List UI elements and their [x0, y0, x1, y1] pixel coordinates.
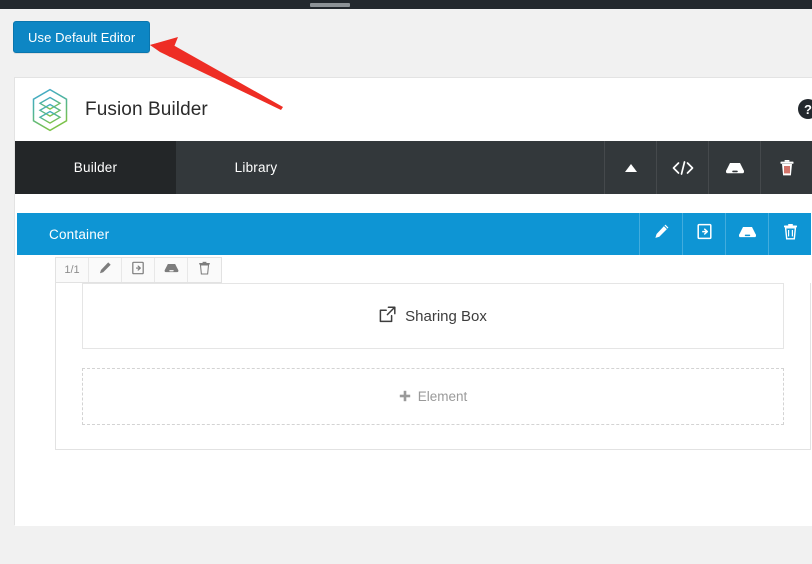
save-column-button[interactable]	[155, 258, 188, 282]
builder-nav-bar: Builder Library	[15, 141, 812, 203]
save-drawer-icon	[724, 161, 746, 175]
edit-container-button[interactable]	[639, 213, 682, 255]
add-element-button[interactable]: Element	[82, 368, 784, 425]
trash-icon	[198, 261, 211, 280]
trash-icon	[779, 159, 795, 177]
column-toolbar: 1/1	[55, 257, 222, 283]
tab-builder-label: Builder	[73, 160, 118, 175]
save-button[interactable]	[708, 141, 760, 194]
wordpress-admin-bar	[0, 0, 812, 9]
tab-library[interactable]: Library	[176, 141, 336, 194]
pencil-icon	[98, 261, 112, 280]
pencil-icon	[653, 223, 670, 245]
container-actions	[639, 213, 811, 255]
use-default-editor-button[interactable]: Use Default Editor	[13, 21, 151, 53]
delete-column-button[interactable]	[188, 258, 221, 282]
collapse-button[interactable]	[604, 141, 656, 194]
builder-header: Fusion Builder ?	[15, 78, 812, 141]
column-ratio-label: 1/1	[56, 258, 89, 282]
tab-builder[interactable]: Builder	[15, 141, 176, 203]
clone-icon	[696, 223, 713, 245]
trash-icon	[783, 223, 798, 245]
container-label: Container	[49, 226, 110, 242]
nav-actions	[604, 141, 812, 194]
code-button[interactable]	[656, 141, 708, 194]
delete-button[interactable]	[760, 141, 812, 194]
external-link-icon	[379, 305, 396, 327]
clone-container-button[interactable]	[682, 213, 725, 255]
code-brackets-icon	[672, 160, 694, 176]
clone-icon	[131, 261, 145, 280]
admin-bar-handle	[310, 3, 350, 7]
screen-root: Use Default Editor Fusion Builder ? Buil…	[0, 0, 812, 564]
builder-canvas: Container 1/1 Sharing Box Element	[15, 194, 812, 526]
clone-column-button[interactable]	[122, 258, 155, 282]
tab-library-label: Library	[234, 160, 278, 175]
page-title: Fusion Builder	[85, 98, 208, 120]
save-drawer-icon	[163, 261, 180, 279]
add-element-label: Element	[417, 389, 468, 404]
container-bar[interactable]: Container	[17, 213, 811, 255]
plus-icon	[399, 390, 411, 404]
element-sharing-box[interactable]: Sharing Box	[82, 283, 784, 349]
save-drawer-icon	[737, 225, 758, 244]
fusion-builder-panel: Fusion Builder ? Builder Library Contain…	[14, 77, 812, 526]
element-sharing-box-label: Sharing Box	[405, 307, 487, 325]
fusion-hexagon-logo-icon	[29, 87, 71, 133]
edit-column-button[interactable]	[89, 258, 122, 282]
nav-spacer	[336, 141, 604, 194]
column-wrapper: 1/1 Sharing Box Element	[55, 257, 811, 450]
delete-container-button[interactable]	[768, 213, 811, 255]
collapse-up-arrow-icon	[623, 162, 639, 174]
use-default-editor-label: Use Default Editor	[28, 29, 136, 45]
save-container-button[interactable]	[725, 213, 768, 255]
help-icon[interactable]: ?	[798, 99, 812, 119]
